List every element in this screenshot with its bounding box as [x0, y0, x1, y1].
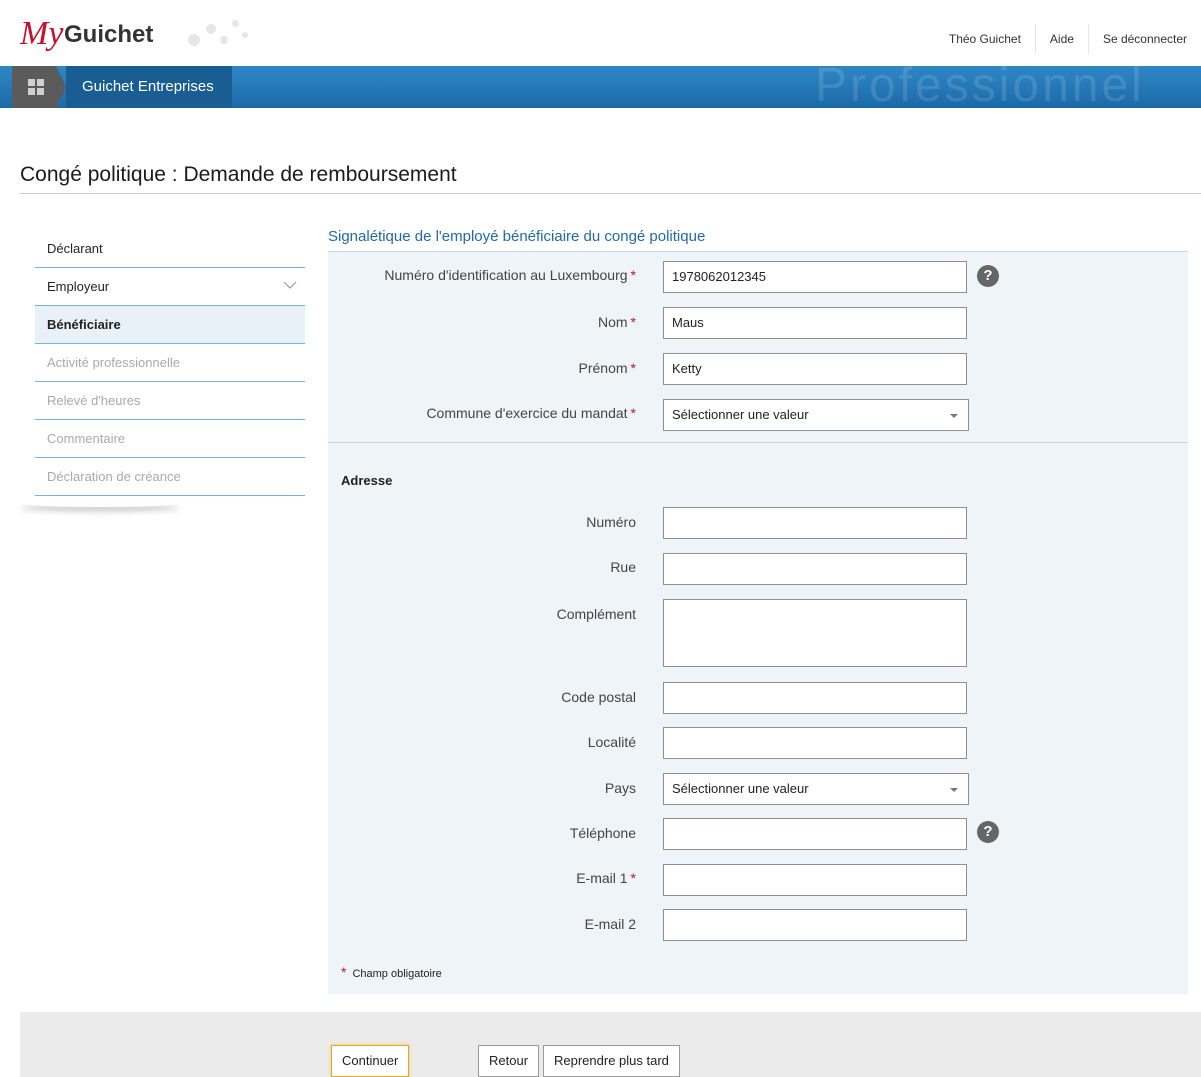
sidebar-item-label: Employeur: [47, 279, 110, 294]
dropdown-caret-icon: [950, 788, 958, 792]
telephone-label: Téléphone: [569, 825, 636, 841]
step-navigation: Déclarant Employeur Bénéficiaire Activit…: [35, 230, 305, 496]
required-asterisk: *: [630, 360, 636, 376]
help-link[interactable]: Aide: [1034, 24, 1088, 54]
user-name-link[interactable]: Théo Guichet: [935, 24, 1035, 54]
nav-shadow-decoration: [20, 499, 180, 507]
sidebar-item-activite-professionnelle: Activité professionnelle: [35, 344, 305, 382]
logo-dots-decoration: [180, 16, 260, 56]
title-divider: [20, 193, 1201, 194]
chevron-down-icon: [283, 281, 297, 289]
dropdown-caret-icon: [950, 414, 958, 418]
help-icon[interactable]: ?: [977, 821, 999, 843]
sidebar-item-releve-heures: Relevé d'heures: [35, 382, 305, 420]
resume-later-button[interactable]: Reprendre plus tard: [543, 1045, 680, 1077]
continue-button[interactable]: Continuer: [331, 1045, 410, 1077]
top-header: My Guichet Théo Guichet Aide Se déconnec…: [0, 0, 1201, 66]
email2-label: E-mail 2: [584, 916, 636, 932]
email1-input[interactable]: [663, 864, 967, 896]
page-title: Congé politique : Demande de rembourseme…: [20, 163, 457, 186]
numero-input[interactable]: [663, 507, 967, 539]
sidebar-item-employeur[interactable]: Employeur: [35, 268, 305, 306]
matricule-input[interactable]: 1978062012345: [663, 261, 967, 293]
required-asterisk: *: [341, 964, 347, 980]
sidebar-item-commentaire: Commentaire: [35, 420, 305, 458]
commune-select[interactable]: Sélectionner une valeur: [663, 399, 969, 431]
commune-select-value: Sélectionner une valeur: [672, 407, 809, 422]
help-icon[interactable]: ?: [977, 265, 999, 287]
sidebar-item-label: Bénéficiaire: [47, 317, 121, 332]
matricule-label: Numéro d'identification au Luxembourg *: [384, 267, 636, 283]
apps-menu-button[interactable]: [12, 66, 66, 108]
nom-label: Nom *: [597, 314, 636, 330]
rue-input[interactable]: [663, 553, 967, 585]
required-asterisk: *: [630, 405, 636, 421]
breadcrumb-guichet-entreprises[interactable]: Guichet Entreprises: [66, 66, 232, 108]
rue-label: Rue: [610, 559, 636, 575]
pays-select[interactable]: Sélectionner une valeur: [663, 773, 969, 805]
watermark-text: Professionnel: [815, 66, 1145, 108]
prenom-label: Prénom *: [578, 360, 636, 376]
panel-divider: [328, 442, 1188, 443]
required-asterisk: *: [630, 267, 636, 283]
sidebar-item-label: Activité professionnelle: [47, 355, 180, 370]
pays-label: Pays: [604, 780, 636, 796]
prenom-input[interactable]: Ketty: [663, 353, 967, 385]
back-button[interactable]: Retour: [478, 1045, 540, 1077]
nom-input[interactable]: Maus: [663, 307, 967, 339]
code-postal-label: Code postal: [561, 689, 636, 705]
complement-label: Complément: [556, 606, 636, 622]
blue-navigation-bar: Guichet Entreprises Professionnel: [0, 66, 1201, 108]
grid-icon: [28, 79, 44, 95]
numero-label: Numéro: [586, 514, 636, 530]
sidebar-item-label: Relevé d'heures: [47, 393, 141, 408]
required-field-note: * Champ obligatoire: [341, 964, 442, 980]
sidebar-item-declarant[interactable]: Déclarant: [35, 230, 305, 268]
sidebar-item-beneficiaire[interactable]: Bénéficiaire: [35, 306, 305, 344]
logo-guichet-text: Guichet: [64, 21, 154, 48]
pays-select-value: Sélectionner une valeur: [672, 781, 809, 796]
top-links: Théo Guichet Aide Se déconnecter: [935, 24, 1201, 54]
localite-label: Localité: [587, 734, 636, 750]
sidebar-item-label: Commentaire: [47, 431, 126, 446]
localite-input[interactable]: [663, 727, 967, 759]
commune-label: Commune d'exercice du mandat *: [426, 405, 636, 421]
required-asterisk: *: [630, 870, 636, 886]
complement-textarea[interactable]: [663, 599, 967, 667]
section-title: Signalétique de l'employé bénéficiaire d…: [328, 228, 706, 245]
code-postal-input[interactable]: [663, 682, 967, 714]
telephone-input[interactable]: [663, 818, 967, 850]
address-section-title: Adresse: [341, 473, 393, 488]
sidebar-item-label: Déclarant: [47, 241, 103, 256]
email1-label: E-mail 1 *: [576, 870, 636, 886]
logout-link[interactable]: Se déconnecter: [1087, 24, 1201, 54]
sidebar-item-declaration-creance: Déclaration de créance: [35, 458, 305, 496]
email2-input[interactable]: [663, 909, 967, 941]
sidebar-item-label: Déclaration de créance: [47, 469, 181, 484]
logo-my-text: My: [20, 15, 64, 52]
required-asterisk: *: [630, 314, 636, 330]
